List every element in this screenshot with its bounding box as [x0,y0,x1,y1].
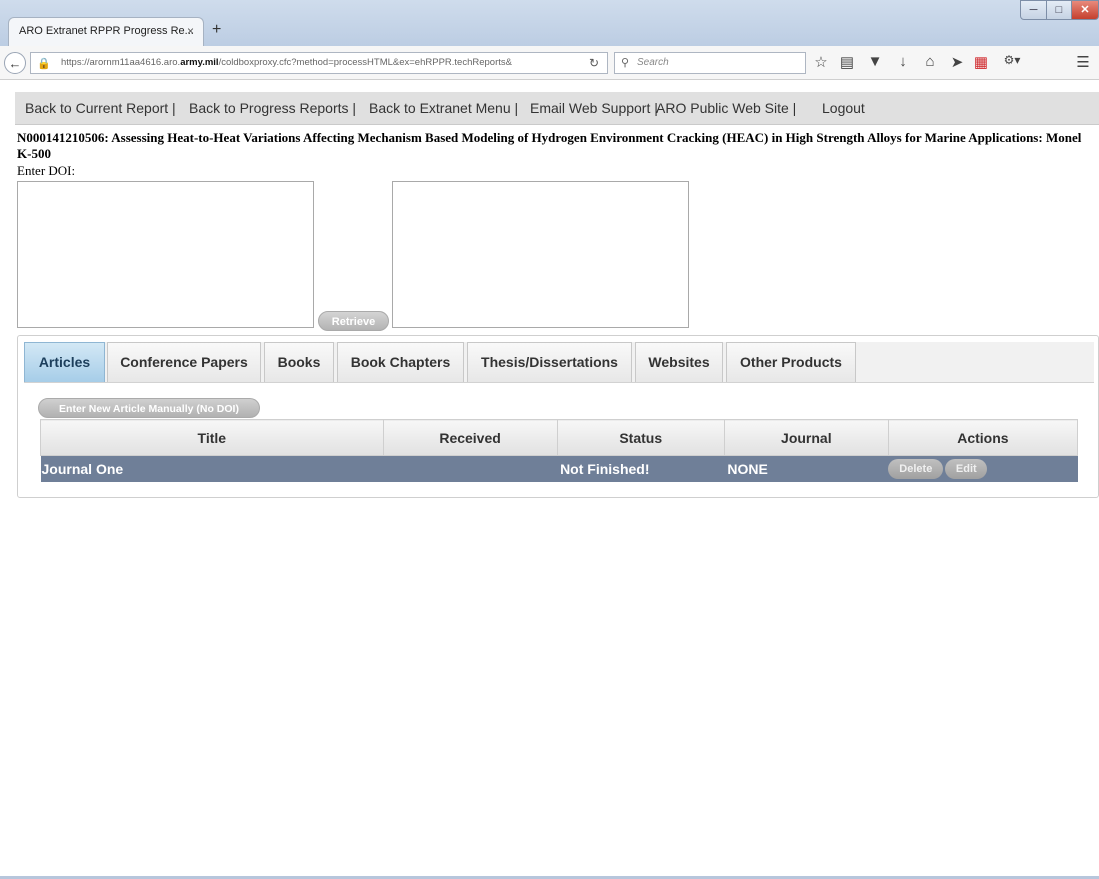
url-text: https://arornm11aa4616.aro.army.mil/cold… [61,57,512,68]
browser-title-bar: ARO Extranet RPPR Progress Re... × + ─ □… [0,0,1099,47]
search-input[interactable]: ⚲ Search [614,52,806,74]
window-maximize-button[interactable]: □ [1046,0,1072,20]
cell-status: Not Finished! [557,455,725,482]
browser-tab-title: ARO Extranet RPPR Progress Re... [19,25,194,37]
enter-new-article-button[interactable]: Enter New Article Manually (No DOI) [38,398,260,418]
back-icon[interactable]: ← [4,52,26,74]
retrieve-button[interactable]: Retrieve [318,311,389,331]
doi-label: Enter DOI: [17,163,76,178]
doi-input[interactable] [17,181,314,328]
cell-received [383,455,558,482]
logout-link[interactable]: Logout [822,100,865,116]
browser-nav-bar: ← 🔒 https://arornm11aa4616.aro.army.mil/… [0,46,1099,80]
product-tabs: Articles Conference Papers Books Book Ch… [24,342,1094,383]
col-actions: Actions [887,419,1079,456]
cell-title: Journal One [40,455,384,482]
col-title[interactable]: Title [40,419,384,456]
tab-articles[interactable]: Articles [24,342,105,382]
col-received[interactable]: Received [382,419,558,456]
col-journal[interactable]: Journal [723,419,889,456]
window-minimize-button[interactable]: ─ [1020,0,1047,20]
search-placeholder: Search [637,57,669,68]
doi-result-output[interactable] [392,181,689,328]
table-row[interactable]: Journal One Not Finished! NONE Delete Edi… [40,455,1078,482]
search-icon: ⚲ [621,57,630,69]
aro-public-web-site-link[interactable]: ARO Public Web Site | [656,100,796,116]
lock-icon: 🔒 [37,58,51,70]
col-status[interactable]: Status [556,419,725,456]
send-icon[interactable]: ➤ [948,53,966,71]
new-tab-button[interactable]: + [212,21,221,39]
tab-conference-papers[interactable]: Conference Papers [107,342,261,382]
browser-tab[interactable]: ARO Extranet RPPR Progress Re... × [8,17,204,46]
home-icon[interactable]: ⌂ [921,53,939,70]
tab-close-icon[interactable]: × [187,24,194,38]
address-bar[interactable]: 🔒 https://arornm11aa4616.aro.army.mil/co… [30,52,608,74]
report-title: N000141210506: Assessing Heat-to-Heat Va… [17,130,1082,161]
articles-table: Title Received Status Journal Actions Jo… [40,419,1079,482]
reading-list-icon[interactable]: ▤ [838,53,856,71]
email-web-support-link[interactable]: Email Web Support | [530,100,658,116]
pocket-icon[interactable]: ▼ [866,53,884,70]
window-close-button[interactable]: ✕ [1071,0,1099,20]
bookmark-star-icon[interactable]: ☆ [812,53,830,71]
tab-books[interactable]: Books [264,342,334,382]
back-to-progress-reports-link[interactable]: Back to Progress Reports | [189,100,356,116]
extensions-icon[interactable]: ⚙▾ [1003,53,1021,67]
tab-websites[interactable]: Websites [635,342,723,382]
cell-journal: NONE [724,455,889,482]
reload-icon[interactable]: ↻ [589,56,599,70]
back-to-extranet-menu-link[interactable]: Back to Extranet Menu | [369,100,518,116]
edit-button[interactable]: Edit [945,459,988,479]
download-icon[interactable]: ↓ [894,53,912,70]
tab-thesis-dissertations[interactable]: Thesis/Dissertations [467,342,632,382]
back-to-current-report-link[interactable]: Back to Current Report | [25,100,176,116]
tab-other-products[interactable]: Other Products [726,342,856,382]
extranet-menu-bar: Back to Current Report | Back to Progres… [15,92,1099,125]
menu-icon[interactable]: ☰ [1074,53,1092,71]
delete-button[interactable]: Delete [888,459,944,479]
addon-icon[interactable]: ▦ [972,53,990,71]
table-header-row: Title Received Status Journal Actions [40,419,1079,456]
cell-actions: Delete Edit [888,455,1078,482]
tab-book-chapters[interactable]: Book Chapters [337,342,464,382]
